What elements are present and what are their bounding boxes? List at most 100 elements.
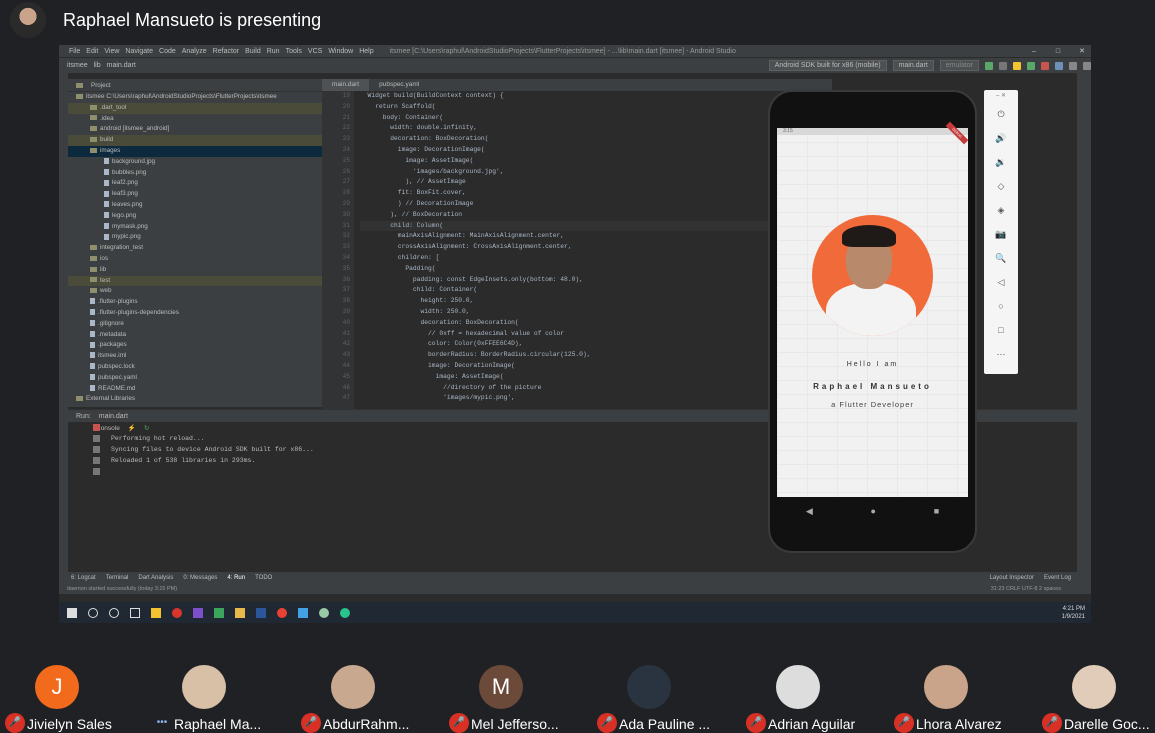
word-icon[interactable] [256, 607, 266, 618]
hot-reload-icon[interactable]: ⚡ [128, 424, 136, 432]
tree-item[interactable]: leaf2.png [68, 178, 322, 189]
participant-avatar[interactable] [1072, 665, 1116, 709]
tree-item[interactable]: pubspec.yaml [68, 373, 322, 384]
task-view-icon[interactable] [130, 607, 140, 618]
minimize-icon[interactable]: – [1025, 48, 1043, 55]
tree-item[interactable]: web [68, 286, 322, 297]
back-icon[interactable]: ◀ [806, 506, 813, 517]
code-line[interactable]: // 0xff = hexadecimal value of color [360, 329, 830, 340]
close-icon[interactable]: ✕ [1073, 47, 1091, 55]
app-icon[interactable] [340, 607, 350, 618]
tree-item[interactable]: images [68, 145, 322, 157]
code-lines[interactable]: Widget build(BuildContext context) { ret… [360, 91, 830, 404]
tree-item[interactable]: .dart_tool [68, 102, 322, 114]
trash-icon[interactable] [93, 468, 100, 475]
code-line[interactable]: decoration: BoxDecoration( [360, 318, 830, 329]
tree-item[interactable]: leaf3.png [68, 189, 322, 200]
tab-run[interactable]: 4: Run [227, 575, 245, 581]
participant-avatar[interactable] [776, 665, 820, 709]
code-editor[interactable]: main.dart pubspec.yaml 19 20 21 22 23 24 25 26 2… [322, 79, 832, 409]
breadcrumb-lib[interactable]: lib [94, 62, 101, 69]
app-icon[interactable] [193, 607, 203, 618]
project-label[interactable]: Project [91, 82, 111, 89]
taskbar-clock[interactable]: 4:21 PM 1/9/2021 [1062, 605, 1091, 621]
participant-avatar[interactable] [182, 665, 226, 709]
tab-event-log[interactable]: Event Log [1044, 575, 1071, 581]
scroll-end-icon[interactable] [93, 446, 100, 453]
hot-restart-icon[interactable]: ↻ [144, 424, 149, 432]
print-icon[interactable] [93, 457, 100, 464]
menu-file[interactable]: File [69, 48, 80, 55]
tree-item[interactable]: README.md [68, 384, 322, 395]
back-icon[interactable]: ◁ [984, 270, 1018, 294]
rotate-left-icon[interactable]: ◇ [984, 174, 1018, 198]
code-line[interactable]: height: 250.0, [360, 296, 830, 307]
code-line[interactable]: child: Container( [360, 285, 830, 296]
code-line[interactable]: children: [ [360, 253, 830, 264]
debug-icon[interactable] [999, 61, 1007, 70]
participant-avatar[interactable]: M [479, 665, 523, 709]
tree-item[interactable]: mypic.png [68, 232, 322, 243]
hot-restart-icon[interactable] [1027, 61, 1035, 70]
tree-item[interactable]: mymask.png [68, 222, 322, 233]
sync-icon[interactable] [1055, 61, 1063, 70]
run-config-selector[interactable]: main.dart [892, 60, 934, 71]
home-icon[interactable]: ○ [984, 294, 1018, 318]
tree-item[interactable]: .packages [68, 340, 322, 351]
home-icon[interactable]: ● [871, 506, 876, 516]
menu-analyze[interactable]: Analyze [182, 48, 207, 55]
code-line[interactable]: body: Container( [360, 113, 830, 124]
wrench-icon[interactable] [93, 435, 100, 442]
code-line[interactable]: color: Color(0xFFEE6C4D), [360, 339, 830, 350]
power-icon[interactable]: ⏻ [984, 102, 1018, 126]
code-line[interactable]: decoration: BoxDecoration( [360, 134, 830, 145]
tree-item[interactable]: .gitignore [68, 319, 322, 330]
menu-tools[interactable]: Tools [286, 48, 302, 55]
hot-reload-icon[interactable] [1013, 61, 1021, 70]
app-icon[interactable] [319, 607, 329, 618]
flutter-icon[interactable] [298, 607, 308, 618]
sdk-manager-icon[interactable] [1069, 61, 1077, 70]
participant-avatar[interactable] [627, 665, 671, 709]
tab-messages[interactable]: 0: Messages [183, 575, 217, 581]
zoom-icon[interactable]: 🔍 [984, 246, 1018, 270]
tree-item[interactable]: .metadata [68, 330, 322, 341]
brave-icon[interactable] [172, 607, 182, 618]
tree-item[interactable]: itsmee.iml [68, 351, 322, 362]
cortana-icon[interactable] [109, 607, 119, 618]
breadcrumb-file[interactable]: main.dart [107, 62, 136, 69]
run-icon[interactable] [985, 61, 993, 70]
code-line[interactable]: fit: BoxFit.cover, [360, 188, 830, 199]
participant-avatar[interactable] [331, 665, 375, 709]
tree-item[interactable]: .flutter-plugins [68, 297, 322, 308]
chrome-icon[interactable] [277, 607, 287, 618]
menu-help[interactable]: Help [359, 48, 373, 55]
tab-main-dart[interactable]: main.dart [322, 79, 370, 91]
tree-item[interactable]: itsmee C:\Users\raphul\AndroidStudioProj… [68, 92, 322, 103]
code-line[interactable]: crossAxisAlignment: CrossAxisAlignment.c… [360, 242, 830, 253]
participant-avatar[interactable] [924, 665, 968, 709]
tree-item[interactable]: build [68, 135, 322, 146]
volume-up-icon[interactable]: 🔊 [984, 126, 1018, 150]
code-line[interactable]: Padding( [360, 264, 830, 275]
volume-down-icon[interactable]: 🔉 [984, 150, 1018, 174]
menu-edit[interactable]: Edit [86, 48, 98, 55]
camera-icon[interactable]: 📷 [984, 222, 1018, 246]
more-icon[interactable]: ⋯ [984, 342, 1018, 366]
tab-layout-inspector[interactable]: Layout Inspector [990, 575, 1034, 581]
tree-item[interactable]: ios [68, 254, 322, 265]
code-line[interactable]: ), // BoxDecoration [360, 210, 830, 221]
code-line[interactable]: 'images/background.jpg', [360, 167, 830, 178]
search-icon[interactable] [88, 607, 98, 618]
menu-code[interactable]: Code [159, 48, 176, 55]
code-line[interactable]: image: AssetImage( [360, 372, 830, 383]
menu-navigate[interactable]: Navigate [125, 48, 153, 55]
rotate-right-icon[interactable]: ◈ [984, 198, 1018, 222]
search-icon[interactable] [1083, 61, 1091, 70]
tree-item[interactable]: test [68, 275, 322, 287]
device-selector[interactable]: Android SDK built for x86 (mobile) [768, 60, 887, 71]
tab-pubspec[interactable]: pubspec.yaml [369, 79, 429, 91]
code-line[interactable]: mainAxisAlignment: MainAxisAlignment.cen… [360, 231, 830, 242]
tab-dart-analysis[interactable]: Dart Analysis [138, 575, 173, 581]
overview-icon[interactable]: □ [984, 318, 1018, 342]
